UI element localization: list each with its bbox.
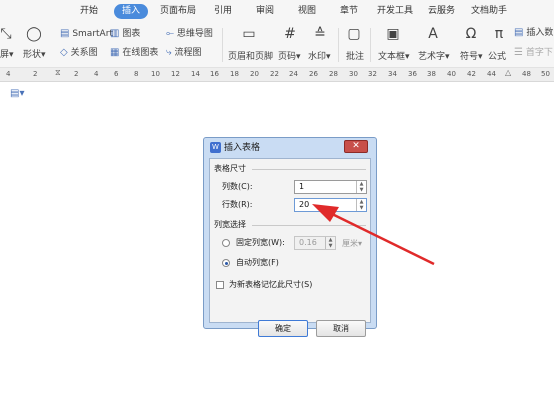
annotation-arrow (312, 204, 435, 266)
arrow-head (312, 204, 339, 222)
arrow-shaft (325, 209, 435, 266)
